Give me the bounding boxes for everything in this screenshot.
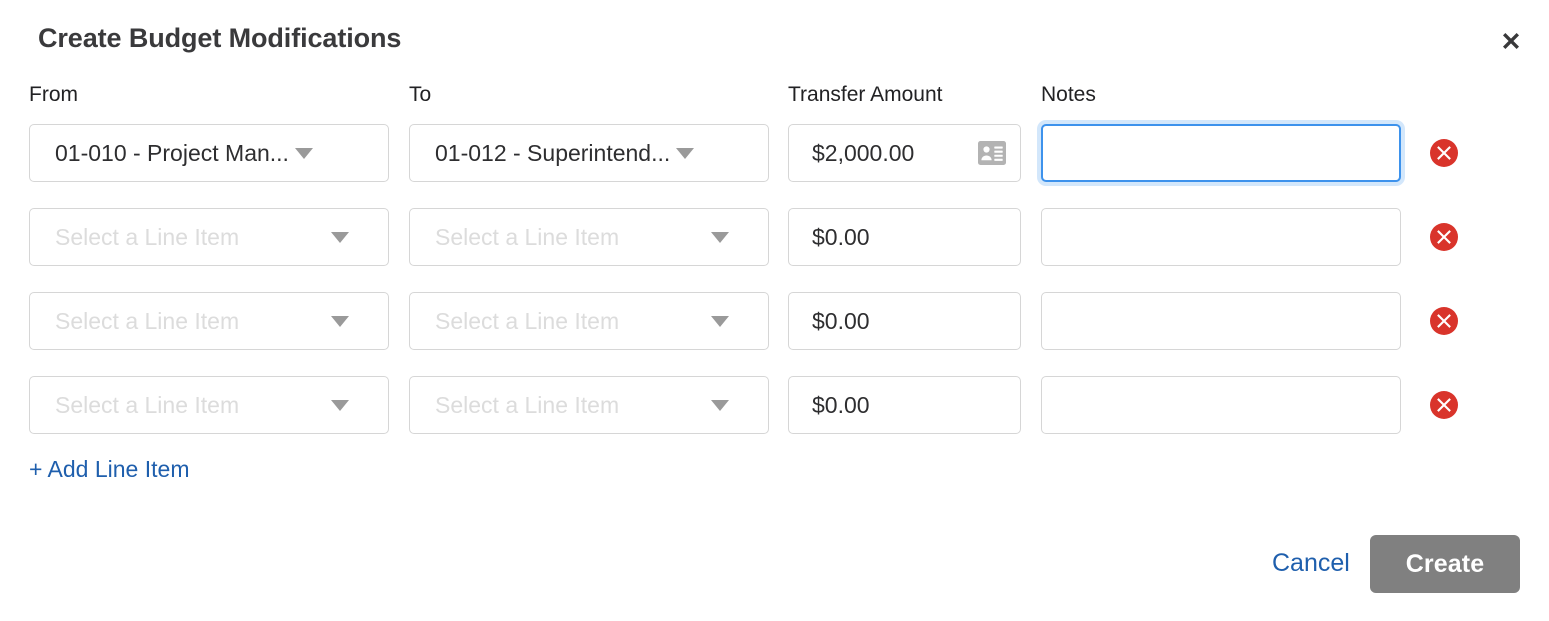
delete-row-button[interactable] xyxy=(1424,208,1464,266)
page-title: Create Budget Modifications xyxy=(38,23,402,53)
to-line-item-select[interactable]: Select a Line Item xyxy=(409,376,769,434)
delete-row-button[interactable] xyxy=(1424,376,1464,434)
dialog-footer: Cancel Create xyxy=(0,520,1549,621)
to-line-item-select[interactable]: Select a Line Item xyxy=(409,292,769,350)
delete-circle-x-icon xyxy=(1430,223,1458,251)
transfer-amount-value: $0.00 xyxy=(812,391,870,418)
to-line-item-value: 01-012 - Superintend... xyxy=(435,139,671,166)
close-icon[interactable] xyxy=(1494,24,1528,58)
notes-input[interactable] xyxy=(1041,292,1401,350)
contact-card-icon[interactable] xyxy=(978,141,1006,165)
delete-circle-x-icon xyxy=(1430,139,1458,167)
column-header-to: To xyxy=(409,83,432,106)
to-line-item-select[interactable]: Select a Line Item xyxy=(409,208,769,266)
transfer-amount-value: $2,000.00 xyxy=(812,139,915,166)
from-line-item-select[interactable]: Select a Line Item xyxy=(29,208,389,266)
transfer-amount-value: $0.00 xyxy=(812,307,870,334)
notes-input[interactable] xyxy=(1041,376,1401,434)
transfer-amount-value: $0.00 xyxy=(812,223,870,250)
create-budget-modifications-dialog: Create Budget Modifications From To Tran… xyxy=(0,0,1549,621)
chevron-down-icon xyxy=(711,231,729,243)
column-header-amount: Transfer Amount xyxy=(788,83,943,106)
delete-circle-x-icon xyxy=(1430,307,1458,335)
delete-row-button[interactable] xyxy=(1424,292,1464,350)
column-header-from: From xyxy=(29,83,78,106)
chevron-down-icon xyxy=(294,147,313,159)
from-line-item-select[interactable]: Select a Line Item xyxy=(29,376,389,434)
to-line-item-value: Select a Line Item xyxy=(435,307,620,334)
from-line-item-value: Select a Line Item xyxy=(55,391,240,418)
add-line-item-link[interactable]: + Add Line Item xyxy=(29,456,189,483)
transfer-amount-input[interactable]: $2,000.00 xyxy=(788,124,1021,182)
chevron-down-icon xyxy=(676,147,695,159)
table-row: Select a Line Item Select a Line Item $0.0… xyxy=(0,292,1549,352)
table-row: Select a Line Item Select a Line Item $0.0… xyxy=(0,376,1549,436)
close-x-icon xyxy=(1503,33,1519,49)
to-line-item-value: Select a Line Item xyxy=(435,391,620,418)
from-line-item-value: Select a Line Item xyxy=(55,223,240,250)
table-row: Select a Line Item Select a Line Item $0.0… xyxy=(0,208,1549,268)
delete-row-button[interactable] xyxy=(1424,124,1464,182)
transfer-amount-input[interactable]: $0.00 xyxy=(788,292,1021,350)
chevron-down-icon xyxy=(711,399,729,411)
create-button[interactable]: Create xyxy=(1370,535,1520,593)
to-line-item-select[interactable]: 01-012 - Superintend... xyxy=(409,124,769,182)
chevron-down-icon xyxy=(331,315,349,327)
from-line-item-select[interactable]: Select a Line Item xyxy=(29,292,389,350)
chevron-down-icon xyxy=(331,399,349,411)
transfer-amount-input[interactable]: $0.00 xyxy=(788,376,1021,434)
to-line-item-value: Select a Line Item xyxy=(435,223,620,250)
from-line-item-value: Select a Line Item xyxy=(55,307,240,334)
from-line-item-select[interactable]: 01-010 - Project Man... xyxy=(29,124,389,182)
notes-input[interactable] xyxy=(1041,124,1401,182)
transfer-amount-input[interactable]: $0.00 xyxy=(788,208,1021,266)
cancel-button[interactable]: Cancel xyxy=(1272,549,1350,578)
notes-input[interactable] xyxy=(1041,208,1401,266)
chevron-down-icon xyxy=(711,315,729,327)
from-line-item-value: 01-010 - Project Man... xyxy=(55,139,289,166)
column-header-notes: Notes xyxy=(1041,83,1096,106)
delete-circle-x-icon xyxy=(1430,391,1458,419)
table-row: 01-010 - Project Man... 01-012 - Superint… xyxy=(0,124,1549,184)
chevron-down-icon xyxy=(331,231,349,243)
dialog-header: Create Budget Modifications xyxy=(0,0,1549,72)
